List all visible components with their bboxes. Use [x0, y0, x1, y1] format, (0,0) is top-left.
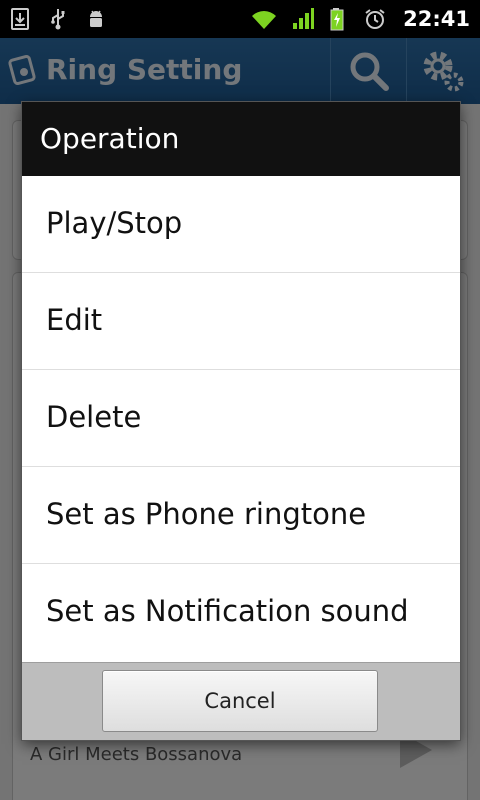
dialog-options: Play/Stop Edit Delete Set as Phone ringt…: [22, 176, 460, 662]
option-set-notification-sound[interactable]: Set as Notification sound: [22, 564, 460, 661]
dialog-title: Operation: [40, 122, 180, 155]
option-label: Set as Phone ringtone: [46, 497, 367, 531]
option-delete[interactable]: Delete: [22, 370, 460, 467]
option-label: Edit: [46, 303, 103, 337]
clock: 22:41: [403, 7, 470, 31]
dialog-title-bar: Operation: [22, 102, 460, 176]
android-debug-icon: [90, 10, 102, 27]
download-icon: [11, 8, 29, 30]
option-label: Set as Notification sound: [46, 594, 409, 628]
option-play-stop[interactable]: Play/Stop: [22, 176, 460, 273]
battery-charging-icon: [330, 8, 344, 31]
option-set-phone-ringtone[interactable]: Set as Phone ringtone: [22, 467, 460, 564]
operation-dialog: Operation Play/Stop Edit Delete Set as P…: [22, 102, 460, 740]
dialog-footer: Cancel: [22, 662, 460, 740]
usb-icon: [51, 9, 65, 30]
wifi-icon: [252, 11, 277, 29]
status-bar: 22:41: [0, 0, 480, 38]
alarm-icon: [365, 9, 385, 29]
cancel-button[interactable]: Cancel: [102, 670, 378, 732]
option-label: Delete: [46, 400, 142, 434]
option-edit[interactable]: Edit: [22, 273, 460, 370]
option-label: Play/Stop: [46, 206, 183, 240]
signal-icon: [293, 8, 315, 29]
